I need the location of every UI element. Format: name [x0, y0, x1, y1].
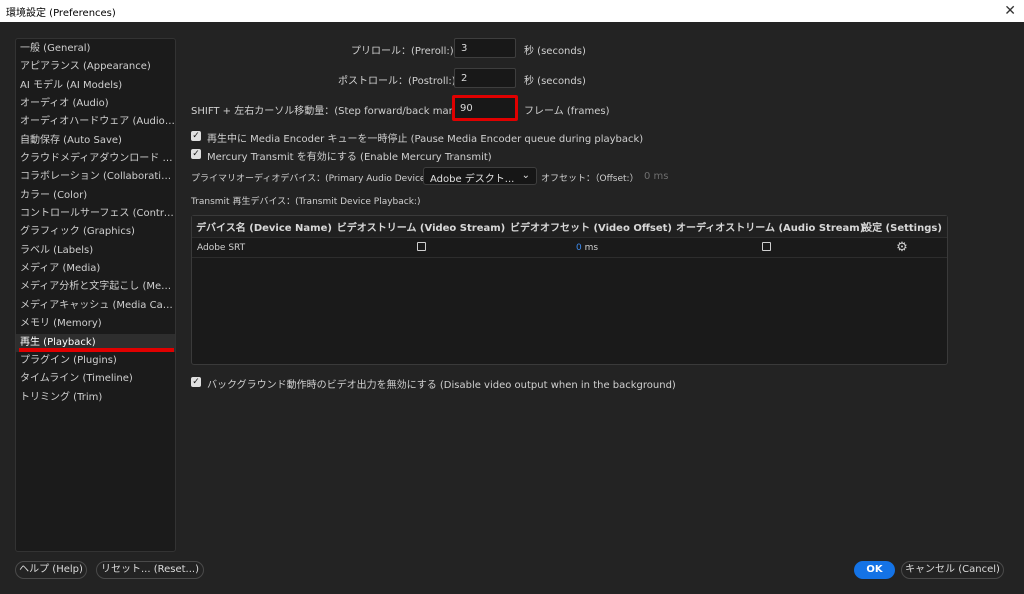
primary-audio-dropdown[interactable]: Adobe デスクト... ⌄ — [423, 167, 537, 185]
window-title: 環境設定 (Preferences) — [6, 7, 116, 19]
reset-button[interactable]: リセット... (Reset...) — [96, 561, 204, 579]
sidebar-item-collaboration[interactable]: コラボレーション (Collaboration) — [16, 168, 175, 186]
video-offset-unit: ms — [584, 242, 599, 253]
pause-encoder-label: 再生中に Media Encoder キューを一時停止 (Pause Media… — [207, 134, 644, 145]
preroll-label: プリロール：(Preroll:) — [351, 46, 454, 57]
table-row[interactable]: Adobe SRT 0 ms ⚙ — [192, 238, 947, 258]
column-audio-stream[interactable]: オーディオストリーム (Audio Stream) — [676, 219, 864, 234]
column-video-stream[interactable]: ビデオストリーム (Video Stream) — [336, 219, 506, 234]
disable-background-video-label: バックグラウンド動作時のビデオ出力を無効にする (Disable video o… — [207, 380, 676, 391]
video-offset-value[interactable]: 0 — [576, 243, 582, 253]
primary-audio-value: Adobe デスクト... — [430, 174, 515, 185]
sidebar-item-general[interactable]: 一般 (General) — [16, 40, 175, 58]
sidebar-item-color[interactable]: カラー (Color) — [16, 187, 175, 205]
sidebar-item-appearance[interactable]: アピアランス (Appearance) — [16, 58, 175, 76]
gear-icon[interactable]: ⚙ — [896, 240, 908, 255]
sidebar-item-auto-save[interactable]: 自動保存 (Auto Save) — [16, 132, 175, 150]
sidebar-item-audio[interactable]: オーディオ (Audio) — [16, 95, 175, 113]
disable-background-video-checkbox[interactable]: ✓ — [191, 377, 201, 387]
sidebar-item-labels[interactable]: ラベル (Labels) — [16, 242, 175, 260]
sidebar-item-media-cache[interactable]: メディアキャッシュ (Media Cache) — [16, 297, 175, 315]
sidebar-item-trim[interactable]: トリミング (Trim) — [16, 389, 175, 407]
sidebar-item-timeline[interactable]: タイムライン (Timeline) — [16, 370, 175, 388]
video-stream-checkbox[interactable] — [416, 241, 426, 251]
offset-label: オフセット：（Offset:） — [541, 174, 639, 184]
cancel-button[interactable]: キャンセル (Cancel) — [901, 561, 1004, 579]
postroll-label: ポストロール：(Postroll:) — [338, 76, 456, 87]
sidebar-item-control-surface[interactable]: コントロールサーフェス (Control Surface) — [16, 205, 175, 223]
primary-audio-label: プライマリオーディオデバイス：(Primary Audio Device:) — [191, 174, 433, 184]
pause-encoder-checkbox[interactable]: ✓ — [191, 131, 201, 141]
preroll-unit: 秒 (seconds) — [524, 46, 586, 57]
device-name-cell: Adobe SRT — [197, 242, 246, 253]
mercury-transmit-label: Mercury Transmit を有効にする (Enable Mercury … — [207, 152, 492, 163]
help-button[interactable]: ヘルプ (Help) — [15, 561, 87, 579]
sidebar-item-plugins[interactable]: プラグイン (Plugins) — [16, 352, 175, 370]
sidebar-item-audio-hardware[interactable]: オーディオハードウェア (Audio Hardware) — [16, 113, 175, 131]
sidebar-item-cloud-media-download[interactable]: クラウドメディアダウンロード (Cloud Media Download) — [16, 150, 175, 168]
close-icon[interactable]: ✕ — [1004, 4, 1016, 18]
preroll-input[interactable]: 3 — [454, 38, 516, 58]
audio-stream-cell — [676, 241, 857, 254]
sidebar-item-ai-models[interactable]: AI モデル (AI Models) — [16, 77, 175, 95]
settings-cell: ⚙ — [857, 240, 947, 255]
column-settings[interactable]: 設定 (Settings) — [857, 219, 947, 234]
transmit-device-table: デバイス名 (Device Name) ビデオストリーム (Video Stre… — [191, 215, 948, 365]
table-header: デバイス名 (Device Name) ビデオストリーム (Video Stre… — [192, 216, 947, 238]
video-stream-cell — [336, 241, 506, 254]
column-device-name[interactable]: デバイス名 (Device Name) — [192, 219, 336, 234]
offset-value: 0 ms — [644, 171, 669, 182]
selection-highlight-underline — [19, 348, 174, 352]
sidebar-item-media[interactable]: メディア (Media) — [16, 260, 175, 278]
postroll-unit: 秒 (seconds) — [524, 76, 586, 87]
video-offset-cell: 0 ms — [506, 243, 676, 253]
step-label: SHIFT + 左右カーソル移動量：(Step forward/back man… — [191, 106, 468, 117]
title-bar: 環境設定 (Preferences) ✕ — [0, 0, 1024, 22]
mercury-transmit-checkbox[interactable]: ✓ — [191, 149, 201, 159]
column-video-offset[interactable]: ビデオオフセット (Video Offset) — [506, 219, 676, 234]
sidebar-item-graphics[interactable]: グラフィック (Graphics) — [16, 223, 175, 241]
chevron-down-icon: ⌄ — [521, 170, 530, 181]
preferences-sidebar: 一般 (General) アピアランス (Appearance) AI モデル … — [15, 38, 176, 552]
audio-stream-checkbox[interactable] — [762, 241, 771, 251]
step-frames-input[interactable]: 90 — [452, 95, 518, 121]
postroll-input[interactable]: 2 — [454, 68, 516, 88]
step-unit: フレーム (frames) — [524, 106, 610, 117]
ok-button[interactable]: OK — [854, 561, 895, 579]
sidebar-item-media-intelligence[interactable]: メディア分析と文字起こし (Media Intelligence) — [16, 278, 175, 296]
sidebar-item-memory[interactable]: メモリ (Memory) — [16, 315, 175, 333]
transmit-devices-label: Transmit 再生デバイス：(Transmit Device Playbac… — [191, 197, 421, 207]
